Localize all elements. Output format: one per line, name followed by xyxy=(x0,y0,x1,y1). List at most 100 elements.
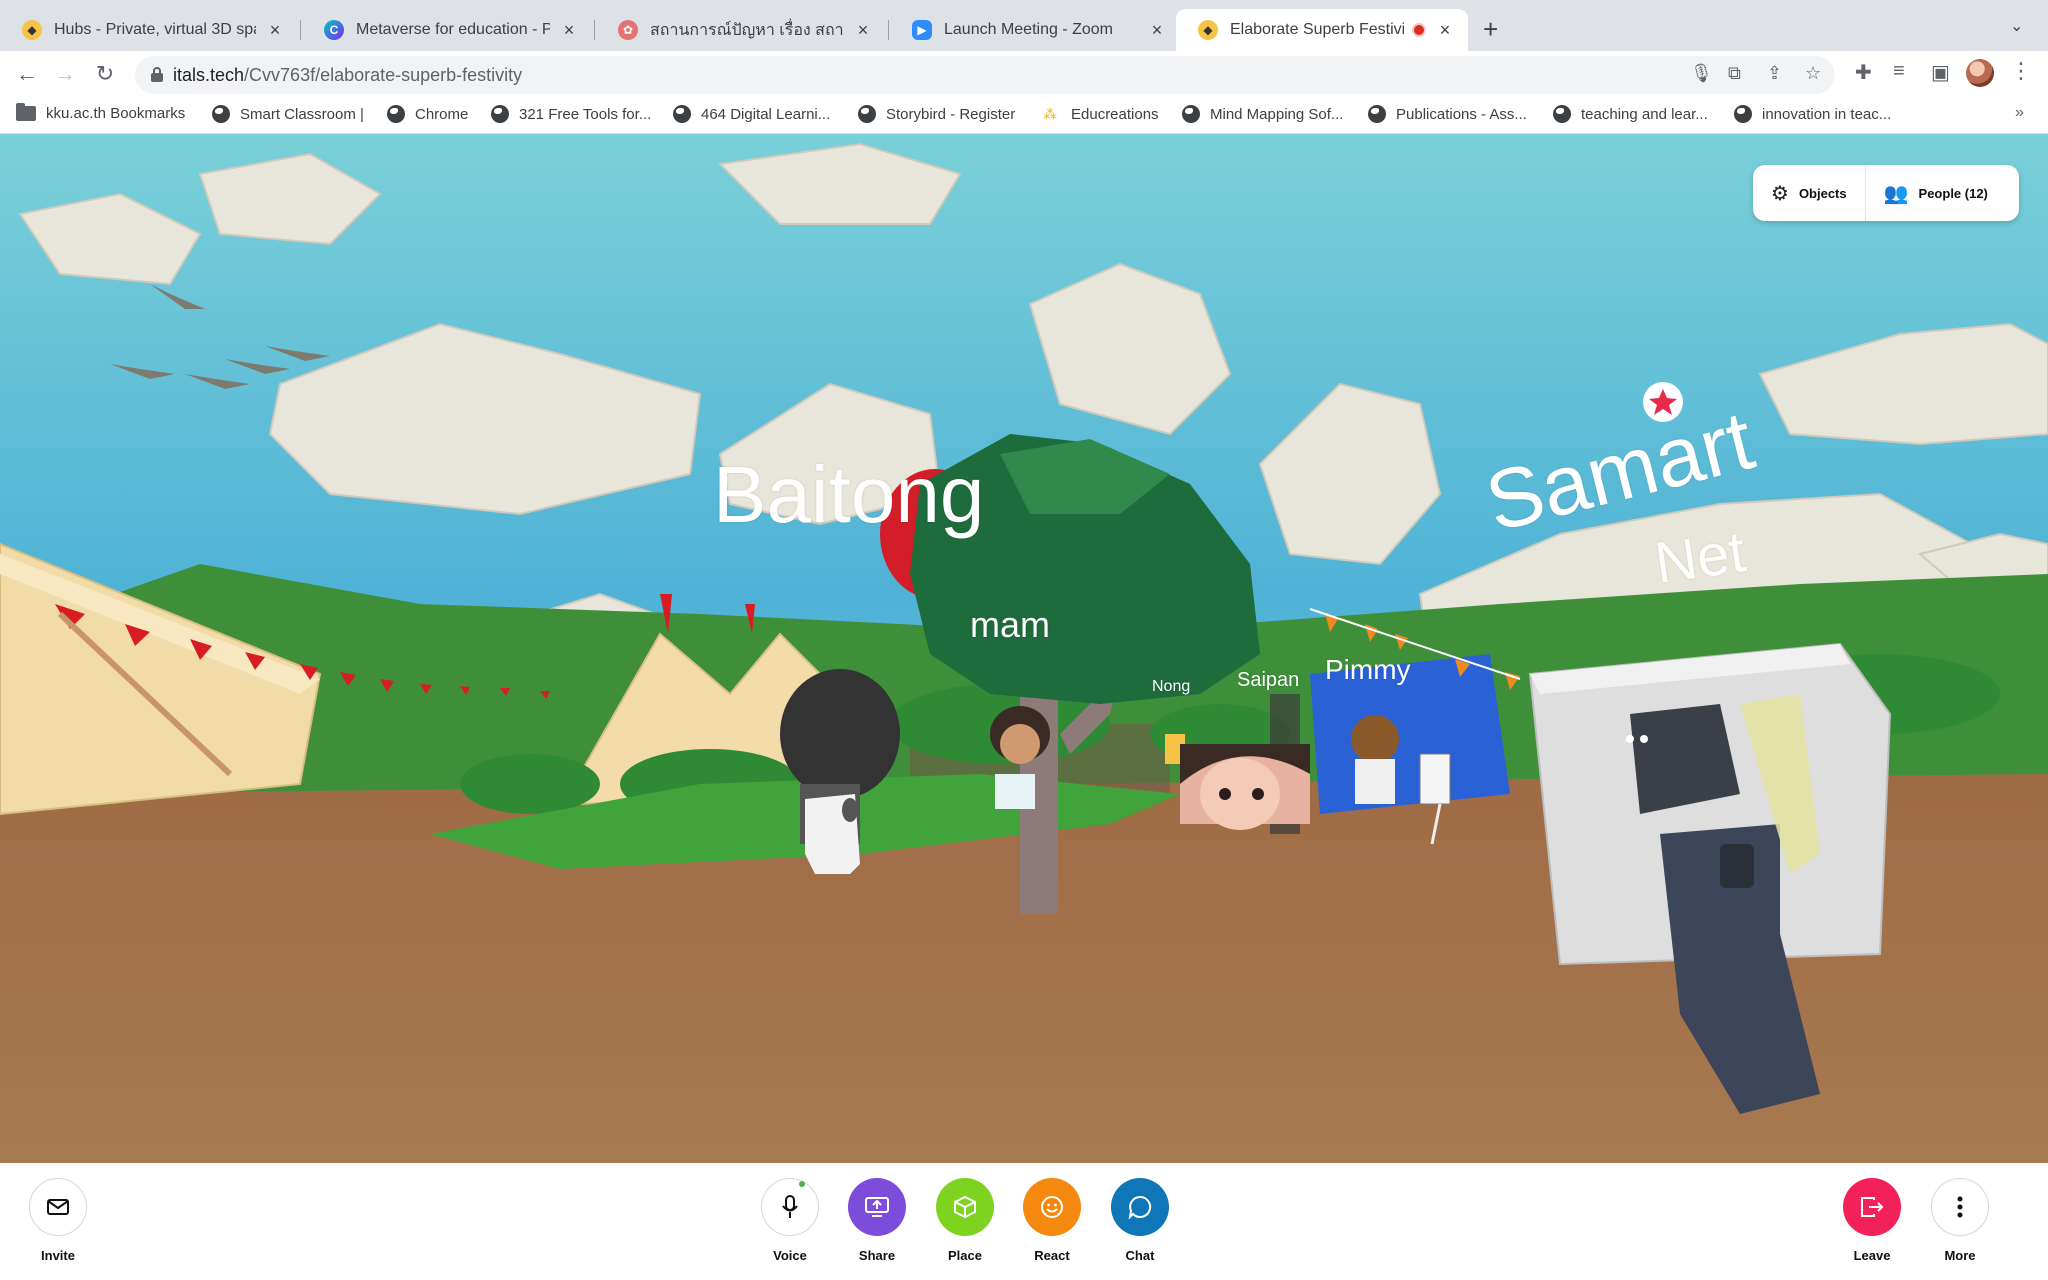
react-button[interactable]: React xyxy=(1012,1178,1092,1263)
smiley-icon xyxy=(1023,1178,1081,1236)
tab-zoom[interactable]: ▶ Launch Meeting - Zoom × xyxy=(890,9,1180,51)
lock-icon[interactable] xyxy=(151,67,163,82)
invite-button[interactable]: Invite xyxy=(18,1178,98,1263)
leave-label: Leave xyxy=(1853,1248,1891,1263)
bookmark-item[interactable]: 321 Free Tools for... xyxy=(491,105,651,123)
folder-icon xyxy=(16,103,36,121)
brain-icon: ✿ xyxy=(618,20,638,40)
extensions-puzzle-icon[interactable]: ✚ xyxy=(1855,60,1872,85)
bookmark-star-icon[interactable]: ☆ xyxy=(1805,63,1821,84)
address-bar[interactable]: itals.tech/Cvv763f/elaborate-superb-fest… xyxy=(135,56,1835,94)
hubs-duck-icon: ◆ xyxy=(22,20,42,40)
globe-icon xyxy=(1553,105,1571,123)
bookmark-item[interactable]: ⁂ Educreations xyxy=(1043,105,1159,123)
avatar-pimmy-webcam[interactable] xyxy=(1180,744,1310,830)
share-page-icon[interactable]: ⇪ xyxy=(1767,63,1782,84)
chat-bubble-icon xyxy=(1111,1178,1169,1236)
objects-cubes-icon: ⚙ xyxy=(1771,182,1789,205)
globe-icon xyxy=(858,105,876,123)
browser-toolbar: ← → ↻ itals.tech/Cvv763f/elaborate-super… xyxy=(0,51,2048,98)
browser-menu-icon[interactable]: ⋮ xyxy=(2010,58,2032,84)
info-sign xyxy=(1419,753,1451,805)
chat-label: Chat xyxy=(1125,1248,1155,1263)
globe-icon xyxy=(1734,105,1752,123)
tab-separator xyxy=(888,20,889,40)
share-label: Share xyxy=(858,1248,896,1263)
name-tag-pimmy: Pimmy xyxy=(1325,654,1411,685)
bookmark-item[interactable]: Mind Mapping Sof... xyxy=(1182,105,1343,123)
close-tab-icon[interactable]: × xyxy=(266,20,284,41)
mic-active-indicator xyxy=(799,1181,805,1187)
recording-icon xyxy=(1412,23,1426,37)
name-tag-saipan: Saipan xyxy=(1237,669,1300,691)
bookmark-item[interactable]: innovation in teac... xyxy=(1734,105,1891,123)
globe-icon xyxy=(1368,105,1386,123)
objects-people-panel: ⚙ Objects 👥 People (12) xyxy=(1753,165,2019,221)
hubs-3d-scene[interactable]: Baitong Samart Net mam Pimmy Saipan Nong… xyxy=(0,134,2048,1163)
bookmark-item[interactable]: teaching and lear... xyxy=(1553,105,1708,123)
close-tab-icon[interactable]: × xyxy=(1148,20,1166,41)
tab-separator xyxy=(300,20,301,40)
chat-button[interactable]: Chat xyxy=(1100,1178,1180,1263)
tab-strip: ◆ Hubs - Private, virtual 3D spac × C Me… xyxy=(0,0,2048,51)
tab-festivity[interactable]: ◆ Elaborate Superb Festivity × xyxy=(1176,9,1468,51)
globe-icon xyxy=(673,105,691,123)
objects-label: Objects xyxy=(1798,185,1847,201)
voice-label: Voice xyxy=(773,1248,807,1263)
bookmarks-overflow-icon[interactable]: » xyxy=(2015,104,2024,122)
bookmark-item[interactable]: Smart Classroom | xyxy=(212,105,364,123)
place-button[interactable]: Place xyxy=(925,1178,1005,1263)
objects-button[interactable]: ⚙ Objects xyxy=(1753,165,1865,221)
people-label: People (12) xyxy=(1918,185,1988,201)
forward-arrow-icon[interactable]: → xyxy=(50,60,80,90)
reload-icon[interactable]: ↻ xyxy=(90,60,120,90)
profile-avatar[interactable] xyxy=(1966,59,1994,87)
bookmark-item[interactable]: Chrome xyxy=(387,105,468,123)
microphone-icon xyxy=(761,1178,819,1236)
tab-thai-doc[interactable]: ✿ สถานการณ์ปัญหา เรื่อง สถานการณ์ × xyxy=(596,9,886,51)
hubs-bottom-bar: Invite Voice Share Place React Chat Leav… xyxy=(0,1163,2048,1280)
avatar-saipan[interactable] xyxy=(1351,715,1399,804)
microphone-icon[interactable]: 🎙 xyxy=(1690,63,1713,84)
name-tag-net: Net xyxy=(1650,519,1750,596)
bookmark-item[interactable]: Storybird - Register xyxy=(858,105,1015,123)
open-external-icon[interactable]: ⧉ xyxy=(1728,63,1741,84)
name-tag-nong: Nong xyxy=(1152,678,1191,695)
tab-title: Launch Meeting - Zoom xyxy=(944,21,1113,38)
back-arrow-icon[interactable]: ← xyxy=(12,60,42,90)
name-tag-mam: mam xyxy=(970,604,1050,645)
tab-title: Metaverse for education - Pres xyxy=(356,21,550,38)
screen-share-icon xyxy=(848,1178,906,1236)
more-button[interactable]: More xyxy=(1920,1178,2000,1263)
bookmark-item[interactable]: 464 Digital Learni... xyxy=(673,105,830,123)
exit-door-icon xyxy=(1843,1178,1901,1236)
side-panel-icon[interactable]: ▣ xyxy=(1931,60,1950,85)
name-tag-baitong: Baitong xyxy=(713,450,985,539)
people-button[interactable]: 👥 People (12) xyxy=(1866,165,2006,221)
url-text[interactable]: itals.tech/Cvv763f/elaborate-superb-fest… xyxy=(173,65,522,86)
bookmarks-bar: kku.ac.th Bookmarks Smart Classroom | Ch… xyxy=(0,98,2048,134)
tab-canva[interactable]: C Metaverse for education - Pres × xyxy=(302,9,592,51)
media-queue-icon[interactable]: ≡ xyxy=(1893,60,1905,83)
scene-canvas[interactable] xyxy=(0,134,2048,1163)
zoom-icon: ▶ xyxy=(912,20,932,40)
hubs-duck-icon: ◆ xyxy=(1198,20,1218,40)
globe-icon xyxy=(491,105,509,123)
canva-icon: C xyxy=(324,20,344,40)
more-label: More xyxy=(1944,1248,1976,1263)
place-label: Place xyxy=(948,1248,982,1263)
tab-hubs[interactable]: ◆ Hubs - Private, virtual 3D spac × xyxy=(0,9,298,51)
close-tab-icon[interactable]: × xyxy=(560,20,578,41)
share-button[interactable]: Share xyxy=(837,1178,917,1263)
leave-button[interactable]: Leave xyxy=(1832,1178,1912,1263)
tab-separator xyxy=(594,20,595,40)
new-tab-button[interactable]: + xyxy=(1483,14,1498,45)
close-tab-icon[interactable]: × xyxy=(1436,20,1454,41)
cube-icon xyxy=(936,1178,994,1236)
tab-title: สถานการณ์ปัญหา เรื่อง สถานการณ์ xyxy=(650,21,844,39)
tab-search-chevron-icon[interactable]: ⌄ xyxy=(2010,16,2023,36)
voice-button[interactable]: Voice xyxy=(750,1178,830,1263)
bookmark-folder[interactable]: kku.ac.th Bookmarks xyxy=(16,103,185,122)
bookmark-item[interactable]: Publications - Ass... xyxy=(1368,105,1527,123)
close-tab-icon[interactable]: × xyxy=(854,20,872,41)
